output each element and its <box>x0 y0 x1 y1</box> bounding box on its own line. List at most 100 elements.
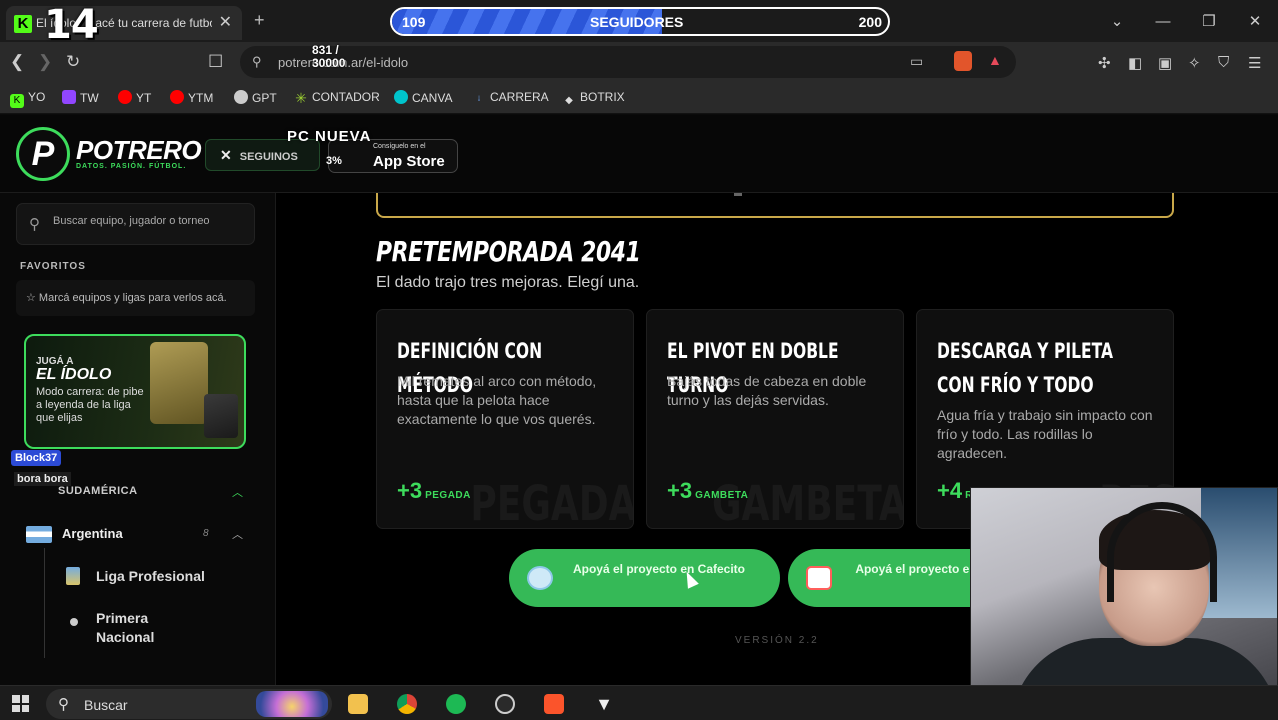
bookmark-gpt[interactable]: GPT <box>234 90 277 105</box>
option-description: Mil remates al arco con método, hasta qu… <box>397 373 597 427</box>
country-count-badge: 8 <box>203 528 209 539</box>
divider <box>734 193 742 196</box>
windows-start-icon[interactable] <box>12 695 29 712</box>
player-card-small-image <box>204 394 238 438</box>
option-bonus: +3 PEGADA <box>397 478 471 504</box>
leo-ai-icon[interactable]: ✧ <box>1188 54 1201 72</box>
new-tab-button[interactable]: + <box>254 10 265 31</box>
menu-icon[interactable]: ☰ <box>1248 54 1261 72</box>
wolf-icon[interactable]: ▼ <box>594 694 614 714</box>
window-controls: ⌄ — ❐ ✕ <box>1094 0 1278 42</box>
league-primera-nacional[interactable]: Primera Nacional <box>96 609 186 647</box>
search-icon: ⚲ <box>58 696 69 713</box>
obs-icon[interactable] <box>495 694 515 714</box>
chat-user-badge: Block37 <box>11 450 62 466</box>
upgrade-option-card[interactable]: PEGADA DEFINICIÓN CON MÉTODO Mil remates… <box>376 309 634 529</box>
brave-shields-icon[interactable] <box>954 51 972 71</box>
close-window-button[interactable]: ✕ <box>1232 12 1278 30</box>
stat-bottom: 30000 <box>312 56 346 70</box>
address-bar[interactable]: ⚲ potrero.com.ar/el-idolo ▭ ▲ <box>240 46 1016 78</box>
search-highlight-image <box>256 691 328 717</box>
brave-rewards-icon[interactable]: ▲ <box>988 52 1002 68</box>
chrome-icon[interactable] <box>397 694 417 714</box>
back-icon[interactable]: ❮ <box>10 52 24 72</box>
option-description: Bajás todas de cabeza en doble turno y l… <box>667 373 867 408</box>
cast-icon[interactable]: ▭ <box>910 53 923 70</box>
option-bonus: +3 GAMBETA <box>667 478 748 504</box>
bookmarks-bar: K YO TW YT YTM GPT ✳ CONTADOR CANVA ᛍ CARRE… <box>0 82 1278 114</box>
liga-profesional-icon <box>66 567 80 585</box>
bookmark-yt[interactable]: YT <box>118 90 151 105</box>
percent-overlay: 3% <box>326 155 342 167</box>
bonus-value: +3 <box>397 478 423 503</box>
favorites-empty-hint: ☆ Marcá equipos y ligas para verlos acá. <box>16 280 255 316</box>
cafecito-support-button[interactable]: Apoyá el proyecto en Cafecito <box>509 549 780 607</box>
search-input[interactable] <box>53 215 249 227</box>
site-header: P POTRERO DATOS. PASIÓN. FÚTBOL. ✕ SEGUIN… <box>0 115 1278 193</box>
previous-card-bottom <box>376 193 1174 218</box>
country-argentina[interactable]: Argentina <box>62 526 123 541</box>
search-icon: ⚲ <box>29 216 40 233</box>
tree-connector <box>44 548 45 658</box>
chevron-up-icon[interactable]: ︿ <box>232 484 243 500</box>
tab-search-button[interactable]: ⌄ <box>1094 12 1140 30</box>
browser-nav-bar: ❮ ❯ ↻ ☐ ⚲ potrero.com.ar/el-idolo ▭ ▲ ✣ … <box>0 42 1278 82</box>
bookmark-tw[interactable]: TW <box>62 90 99 105</box>
favorites-heading: FAVORITOS <box>20 261 86 272</box>
upgrade-option-card[interactable]: GAMBETA EL PIVOT EN DOBLE TURNO Bajás to… <box>646 309 904 529</box>
promo-description: Modo carrera: de pibe a leyenda de la li… <box>36 386 144 424</box>
bookmark-carrera[interactable]: ᛍ CARRERA <box>472 90 549 108</box>
taskbar-search[interactable]: ⚲ Buscar <box>46 689 332 719</box>
kick-icon: K <box>14 15 32 33</box>
bookmark-label: CONTADOR <box>312 90 380 104</box>
followers-goal-bar: 109 SEGUIDORES 200 <box>390 7 890 36</box>
chat-user-message: bora bora <box>14 472 71 486</box>
bookmark-yo[interactable]: K YO <box>10 90 45 108</box>
bookmark-label: TW <box>80 91 99 105</box>
forward-icon[interactable]: ❯ <box>38 52 52 72</box>
file-explorer-icon[interactable] <box>348 694 368 714</box>
canva-icon <box>394 90 408 104</box>
brave-icon[interactable] <box>544 694 564 714</box>
bonus-stat: GAMBETA <box>695 490 749 501</box>
browser-tab[interactable]: K El ídolo · Hacé tu carrera de futbol ✕ <box>6 6 242 40</box>
region-sudamerica[interactable]: SUDAMÉRICA <box>58 485 138 497</box>
youtube-music-icon <box>170 90 184 104</box>
bonus-value: +4 <box>937 478 963 503</box>
site-info-icon[interactable]: ⚲ <box>252 54 262 70</box>
logo-tagline: DATOS. PASIÓN. FÚTBOL. <box>76 163 187 170</box>
bookmark-botrix[interactable]: ◆ BOTRIX <box>562 90 625 108</box>
logo-text[interactable]: POTRERO <box>76 135 202 166</box>
chevron-up-icon[interactable]: ︿ <box>232 526 243 542</box>
vpn-icon[interactable]: ⛉ <box>1218 54 1229 71</box>
sidebar-icon[interactable]: ◧ <box>1128 54 1142 72</box>
league-liga-profesional[interactable]: Liga Profesional <box>96 568 205 584</box>
follow-label: SEGUINOS <box>239 151 298 163</box>
minimize-button[interactable]: — <box>1140 13 1186 30</box>
close-tab-icon[interactable]: ✕ <box>219 12 232 32</box>
x-logo-icon: ✕ <box>220 147 232 163</box>
bookmark-ytm[interactable]: YTM <box>170 90 213 105</box>
search-box[interactable]: ⚲ <box>16 203 255 245</box>
pc-nueva-overlay: PC NUEVA <box>287 128 372 145</box>
bookmark-canva[interactable]: CANVA <box>394 90 452 105</box>
bonus-value: +3 <box>667 478 693 503</box>
bookmark-page-icon[interactable]: ☐ <box>208 52 223 72</box>
support-label: Apoyá el proyecto en Cafecito <box>572 562 746 576</box>
wallet-icon[interactable]: ▣ <box>1158 54 1172 72</box>
reload-icon[interactable]: ↻ <box>66 52 80 72</box>
potrero-logo-icon[interactable]: P <box>16 127 70 181</box>
maximize-button[interactable]: ❐ <box>1186 12 1232 30</box>
promo-title: EL ÍDOLO <box>36 366 112 383</box>
spotify-icon[interactable] <box>446 694 466 714</box>
followers-label: SEGUIDORES <box>590 14 684 30</box>
extensions-icon[interactable]: ✣ <box>1098 54 1111 72</box>
followers-goal: 200 <box>858 14 882 30</box>
appstore-small-text: Consíguelo en el <box>373 143 426 150</box>
bookmark-label: CARRERA <box>490 90 549 104</box>
twitch-icon <box>62 90 76 104</box>
windows-taskbar: ⚲ Buscar ▼ <box>0 685 1278 720</box>
version-label: VERSIÓN 2.2 <box>735 635 819 646</box>
el-idolo-promo-card[interactable]: JUGÁ A EL ÍDOLO Modo carrera: de pibe a … <box>24 334 246 449</box>
bookmark-contador[interactable]: ✳ CONTADOR <box>294 90 380 105</box>
